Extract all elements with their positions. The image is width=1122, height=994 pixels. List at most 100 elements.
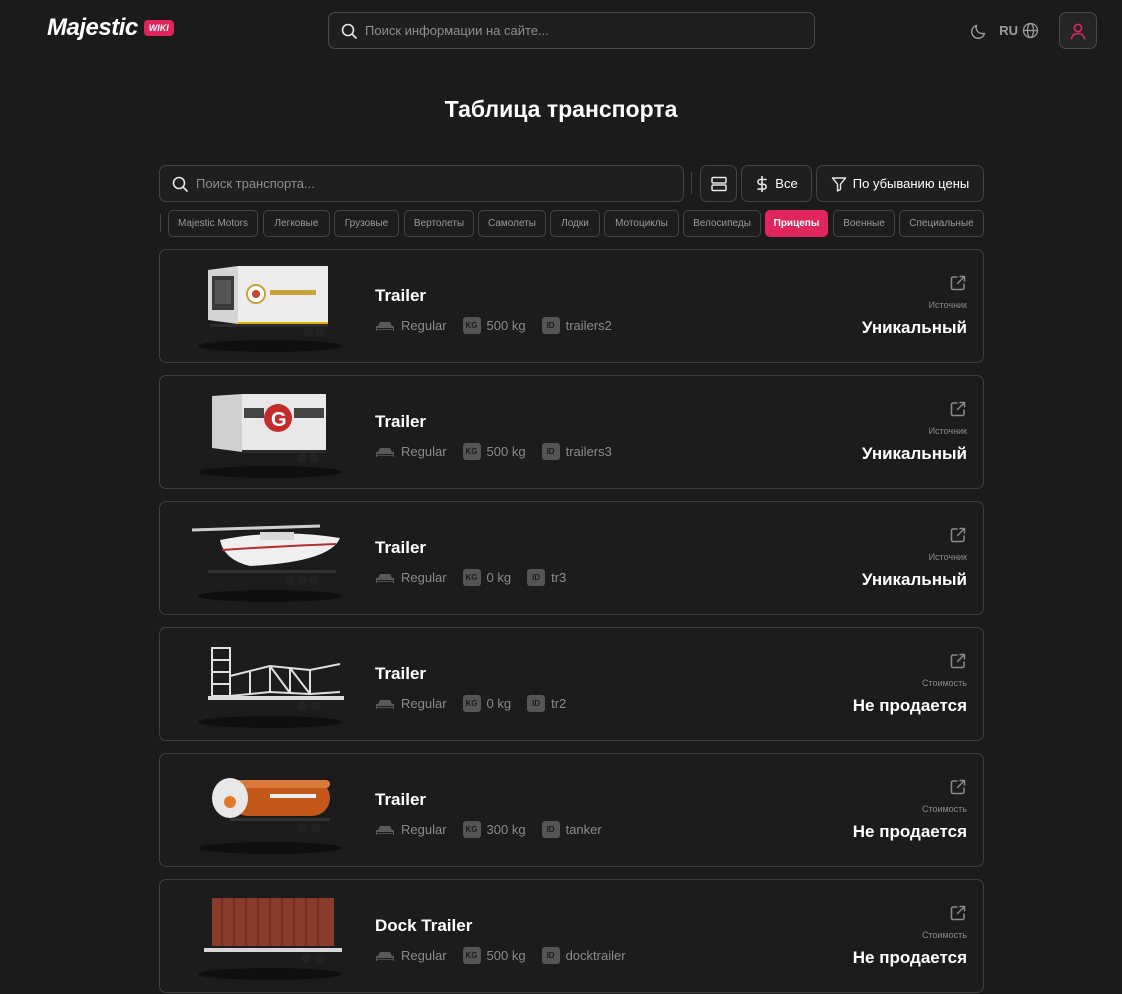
vehicle-weight: KG 500 kg [462,947,526,964]
vehicle-name: Trailer [375,286,427,305]
external-link-icon[interactable] [949,274,967,292]
vehicle-id: ID tr2 [527,695,566,712]
tab-trailers[interactable]: Прицепы [765,210,828,237]
external-link-icon[interactable] [949,526,967,544]
tab-trucks[interactable]: Грузовые [334,210,399,237]
header-controls: RU [969,12,1097,49]
vehicle-type: Regular [375,444,447,459]
vehicle-type-label: Regular [401,570,447,585]
car-icon [375,697,395,711]
vehicle-type-label: Regular [401,318,447,333]
tab-motorcycles[interactable]: Мотоциклы [604,210,679,237]
vehicle-type: Regular [375,822,447,837]
weight-icon: KG [462,317,481,334]
tab-planes[interactable]: Самолеты [478,210,546,237]
car-icon [375,823,395,837]
vehicle-meta: Regular KG 500 kg ID trailers2 [375,317,612,334]
weight-icon: KG [462,443,481,460]
vehicle-meta: Regular KG 0 kg ID tr2 [375,695,566,712]
vehicle-id-label: tanker [565,822,602,837]
vehicle-type-label: Regular [401,948,447,963]
price-filter-button[interactable]: Все [741,165,812,202]
vehicle-meta: Regular KG 300 kg ID tanker [375,821,602,838]
car-icon [375,949,395,963]
vehicle-card[interactable]: Trailer Regular KG 0 kg ID tr3 Источник Ун… [159,501,984,615]
vehicle-meta: Regular KG 0 kg ID tr3 [375,569,566,586]
vehicle-id-label: tr2 [551,696,567,711]
price-label: Источник [928,300,967,310]
category-divider [160,214,161,232]
price-value: Уникальный [861,318,967,337]
tab-majestic-motors[interactable]: Majestic Motors [168,210,258,237]
id-icon: ID [527,569,546,586]
sort-label: По убыванию цены [852,176,970,191]
vehicle-name: Trailer [375,664,427,683]
tab-special[interactable]: Специальные [899,210,984,237]
price-label: Стоимость [921,930,967,940]
logo-badge: WIKI [143,20,174,36]
vehicle-weight-label: 500 kg [486,444,526,459]
vehicle-image-container-trailer [190,888,350,983]
car-icon [375,571,395,585]
site-search-input[interactable] [365,23,814,38]
vehicle-type: Regular [375,570,447,585]
moon-icon[interactable] [969,21,989,41]
site-search[interactable] [328,12,815,49]
price-value: Уникальный [861,570,967,589]
vehicle-id-label: trailers2 [565,318,612,333]
sort-button[interactable]: По убыванию цены [816,165,984,202]
vehicle-weight-label: 500 kg [486,948,526,963]
vehicle-card[interactable]: Trailer Regular KG 0 kg ID tr2 Стоимость Н… [159,627,984,741]
vehicle-weight: KG 0 kg [462,569,511,586]
globe-icon [1022,22,1039,39]
vehicle-image-refrigerated-trailer [190,258,350,353]
price-label: Источник [928,426,967,436]
external-link-icon[interactable] [949,778,967,796]
view-toggle-button[interactable] [700,165,737,202]
tab-military[interactable]: Военные [833,210,895,237]
user-account-button[interactable] [1059,12,1097,49]
vehicle-search[interactable] [159,165,684,202]
car-icon [375,445,395,459]
external-link-icon[interactable] [949,904,967,922]
language-switch[interactable]: RU [999,22,1039,39]
vehicle-card[interactable]: G Trailer Regular KG 500 kg ID trailers3 И… [159,375,984,489]
tab-helicopters[interactable]: Вертолеты [404,210,474,237]
weight-icon: KG [462,947,481,964]
vehicle-id-label: docktrailer [565,948,626,963]
vehicle-id: ID tr3 [527,569,566,586]
vehicle-search-input[interactable] [196,176,683,191]
price-label: Стоимость [921,804,967,814]
id-icon: ID [541,443,560,460]
filter-icon [831,176,846,192]
vehicle-weight: KG 500 kg [462,317,526,334]
tab-cars[interactable]: Легковые [263,210,330,237]
id-icon: ID [541,947,560,964]
tab-bicycles[interactable]: Велосипеды [683,210,761,237]
vehicle-id: ID docktrailer [541,947,626,964]
vehicle-weight: KG 300 kg [462,821,526,838]
vehicle-weight-label: 0 kg [486,696,512,711]
svg-text:G: G [271,409,287,431]
price-label: Источник [928,552,967,562]
vehicle-type: Regular [375,696,447,711]
tab-boats[interactable]: Лодки [550,210,600,237]
vehicle-card[interactable]: Dock Trailer Regular KG 500 kg ID docktrai… [159,879,984,993]
id-icon: ID [527,695,546,712]
vehicle-name: Trailer [375,412,427,431]
price-filter-label: Все [775,176,798,191]
external-link-icon[interactable] [949,652,967,670]
search-icon [172,176,188,192]
external-link-icon[interactable] [949,400,967,418]
vehicle-id: ID trailers2 [541,317,612,334]
vehicle-type: Regular [375,318,447,333]
site-logo[interactable]: Majestic WIKI [47,14,174,42]
vehicle-image-car-carrier-trailer [190,636,350,731]
vehicle-card[interactable]: Trailer Regular KG 500 kg ID trailers2 Ист… [159,249,984,363]
toolbar-divider [691,172,692,194]
user-icon [1070,23,1086,39]
vehicle-type-label: Regular [401,822,447,837]
vehicle-card[interactable]: Trailer Regular KG 300 kg ID tanker Стоимо… [159,753,984,867]
vehicle-name: Trailer [375,790,427,809]
list-view-icon [710,176,727,191]
